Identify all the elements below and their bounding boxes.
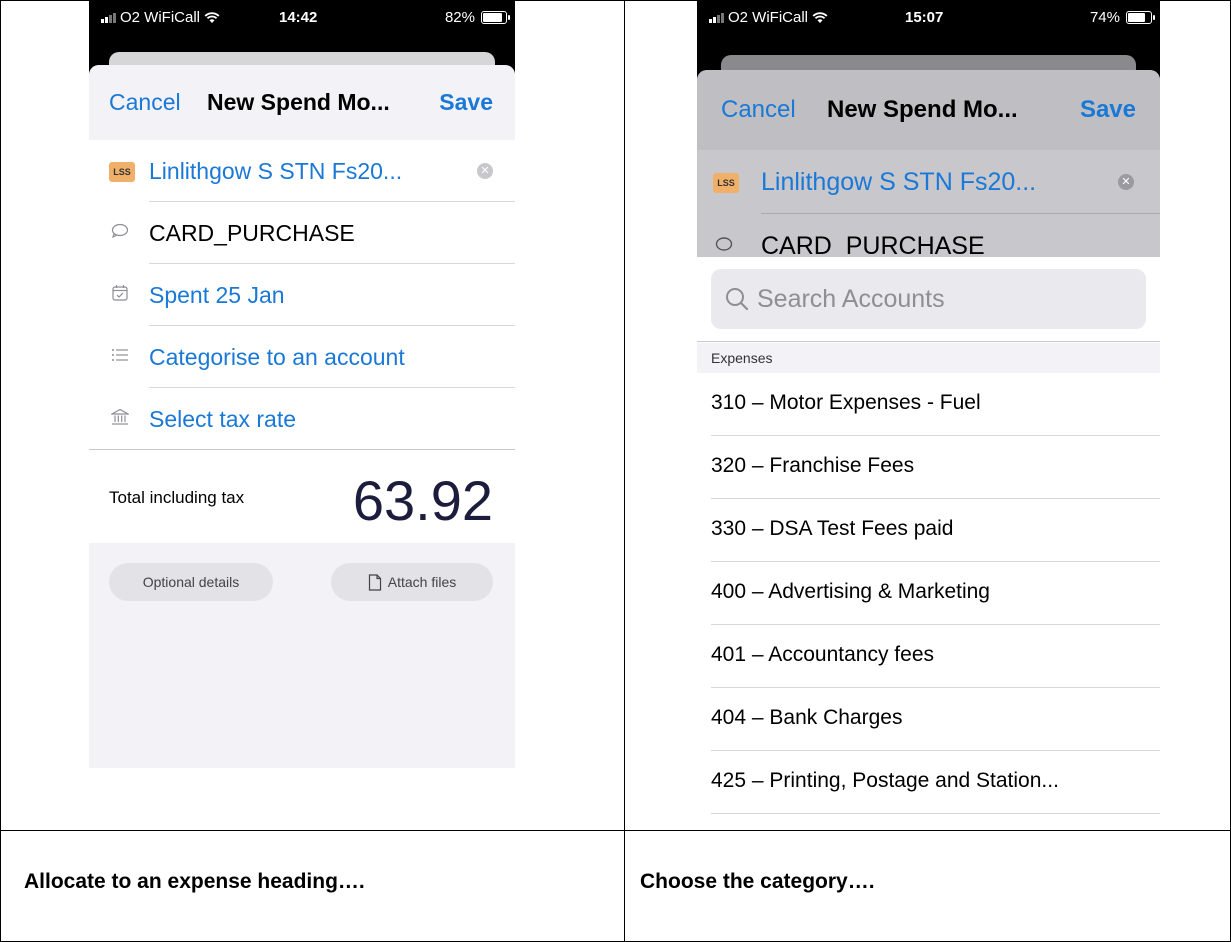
account-label: 310 – Motor Expenses - Fuel <box>711 391 981 414</box>
status-bar: O2 WiFiCall 14:42 82% <box>89 0 515 38</box>
signal-icon <box>709 12 724 23</box>
cancel-button[interactable]: Cancel <box>109 89 181 116</box>
contact-badge-icon: LSS <box>109 160 135 182</box>
section-header: Expenses <box>697 343 1160 373</box>
battery-status: 74% <box>1089 9 1155 26</box>
contact-row[interactable]: LSS Linlithgow S STN Fs20... ✕ <box>89 140 515 202</box>
battery-percent: 82% <box>444 9 475 26</box>
total-label: Total including tax <box>109 488 245 507</box>
contact-name: Linlithgow S STN Fs20... <box>761 167 1037 196</box>
signal-icon <box>101 12 116 23</box>
details-area: Optional details Attach files <box>89 543 515 768</box>
carrier: O2 WiFiCall <box>709 9 828 26</box>
bank-icon <box>109 408 131 431</box>
wifi-icon <box>812 11 828 23</box>
account-label: 400 – Advertising & Marketing <box>711 580 990 603</box>
account-label: 404 – Bank Charges <box>711 706 903 729</box>
clear-icon[interactable]: ✕ <box>477 163 493 179</box>
nav-bar: Cancel New Spend Mo... Save <box>89 65 515 140</box>
contact-row[interactable]: LSS Linlithgow S STN Fs20... ✕ <box>697 150 1160 214</box>
attach-files-label: Attach files <box>387 574 457 590</box>
account-list-item[interactable]: 404 – Bank Charges <box>697 688 1160 751</box>
battery-icon <box>481 11 510 24</box>
account-list-item[interactable]: 400 – Advertising & Marketing <box>697 562 1160 625</box>
calendar-icon <box>109 284 131 307</box>
account-label: 401 – Accountancy fees <box>711 643 934 666</box>
account-list-item[interactable]: 310 – Motor Expenses - Fuel <box>697 373 1160 436</box>
battery-icon <box>1126 11 1155 24</box>
reference-row[interactable]: CARD_PURCHASE <box>697 214 1160 260</box>
contact-badge-icon: LSS <box>713 171 739 193</box>
caption-right: Choose the category…. <box>640 870 875 893</box>
nav-bar: Cancel New Spend Mo... Save <box>697 70 1160 150</box>
account-label: 320 – Franchise Fees <box>711 454 915 477</box>
tax-row[interactable]: Select tax rate <box>89 388 515 450</box>
clear-icon[interactable]: ✕ <box>1118 174 1134 190</box>
total-amount[interactable]: 63.92 <box>353 468 493 533</box>
carrier-label: O2 WiFiCall <box>728 9 809 26</box>
account-picker: Search Accounts Expenses 310 – Motor Exp… <box>697 257 1160 830</box>
search-input[interactable]: Search Accounts <box>711 269 1146 329</box>
wifi-icon <box>204 11 220 23</box>
reference-row[interactable]: CARD_PURCHASE <box>89 202 515 264</box>
section-divider <box>697 341 1160 342</box>
page-title: New Spend Mo... <box>827 96 1018 123</box>
clock: 15:07 <box>905 9 944 26</box>
account-label: 330 – DSA Test Fees paid <box>711 517 954 540</box>
list-icon <box>109 347 131 367</box>
account-list-item[interactable]: 401 – Accountancy fees <box>697 625 1160 688</box>
table-row-divider <box>0 830 1231 831</box>
new-spend-sheet: Cancel New Spend Mo... Save LSS Linlithg… <box>89 65 515 768</box>
page-title: New Spend Mo... <box>207 89 390 115</box>
date-text: Spent 25 Jan <box>149 281 285 308</box>
reference-text: CARD_PURCHASE <box>149 219 355 246</box>
contact-name: Linlithgow S STN Fs20... <box>149 157 403 184</box>
table-divider <box>624 0 625 942</box>
account-list-item[interactable]: 320 – Franchise Fees <box>697 436 1160 499</box>
speech-bubble-icon <box>109 223 131 244</box>
tax-text: Select tax rate <box>149 405 297 432</box>
carrier-label: O2 WiFiCall <box>120 9 201 26</box>
optional-details-label: Optional details <box>142 574 240 590</box>
search-icon <box>725 287 749 311</box>
battery-percent: 74% <box>1089 9 1120 26</box>
left-phone-screenshot: O2 WiFiCall 14:42 82% Cancel New Spend M… <box>89 0 515 768</box>
account-text: Categorise to an account <box>149 343 405 370</box>
carrier: O2 WiFiCall <box>101 9 220 26</box>
search-placeholder: Search Accounts <box>757 284 945 313</box>
caption-left: Allocate to an expense heading…. <box>24 870 365 893</box>
attach-files-button[interactable]: Attach files <box>331 563 493 601</box>
account-label: 425 – Printing, Postage and Station... <box>711 769 1059 792</box>
status-bar: O2 WiFiCall 15:07 74% <box>697 0 1160 38</box>
total-section: Total including tax 63.92 <box>89 450 515 545</box>
account-row[interactable]: Categorise to an account <box>89 326 515 388</box>
dimmed-spend-sheet: Cancel New Spend Mo... Save LSS Linlithg… <box>697 70 1160 260</box>
reference-text: CARD_PURCHASE <box>761 232 985 260</box>
row-divider <box>711 813 1160 814</box>
account-list-item[interactable]: 425 – Printing, Postage and Station... <box>697 751 1160 814</box>
speech-bubble-icon <box>713 236 735 257</box>
optional-details-button[interactable]: Optional details <box>109 563 273 601</box>
account-list-item[interactable]: 330 – DSA Test Fees paid <box>697 499 1160 562</box>
date-row[interactable]: Spent 25 Jan <box>89 264 515 326</box>
table-border-left <box>0 0 1 942</box>
battery-status: 82% <box>444 9 510 26</box>
document-icon <box>368 573 381 591</box>
right-phone-screenshot: O2 WiFiCall 15:07 74% Cancel New Spend M… <box>697 0 1160 830</box>
clock: 14:42 <box>279 9 318 26</box>
save-button[interactable]: Save <box>439 89 493 116</box>
save-button[interactable]: Save <box>1080 96 1136 124</box>
cancel-button[interactable]: Cancel <box>721 96 796 124</box>
